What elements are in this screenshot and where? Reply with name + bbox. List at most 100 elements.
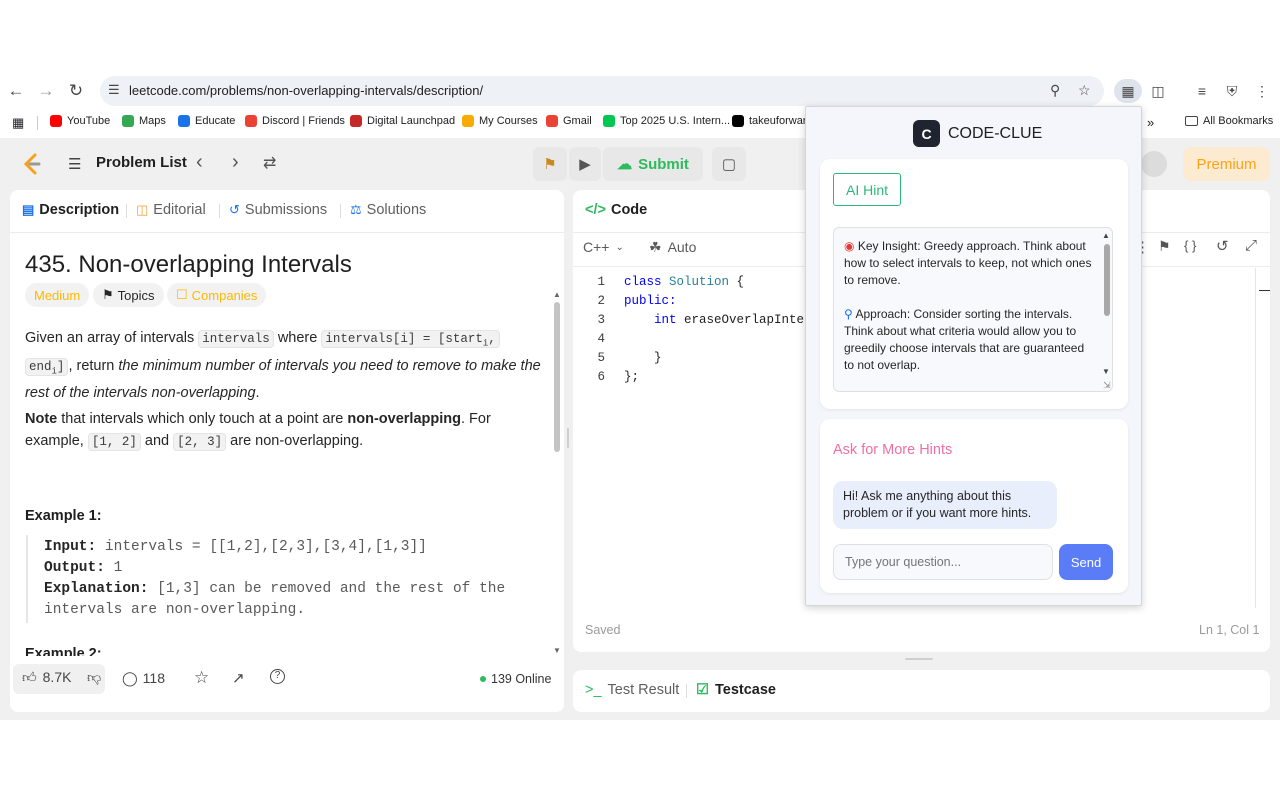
list-icon[interactable]: ☰ bbox=[68, 155, 81, 173]
bookmark-label: Educate bbox=[195, 115, 236, 127]
bot-message-bubble: Hi! Ask me anything about this problem o… bbox=[833, 481, 1057, 529]
bookmark-item[interactable]: Top 2025 U.S. Intern... bbox=[603, 115, 730, 127]
tab-description[interactable]: ▤ Description bbox=[22, 202, 119, 218]
problem-title[interactable]: 435. Non-overlapping Intervals bbox=[25, 251, 352, 279]
hint-scrollbar[interactable] bbox=[1104, 244, 1110, 316]
hint-scroll-down-icon[interactable]: ▼ bbox=[1102, 367, 1110, 376]
input-label: Input: bbox=[44, 539, 97, 555]
chevron-down-icon: ⌄ bbox=[615, 242, 624, 253]
like-button[interactable]: 👍︎ 8.7K bbox=[22, 669, 71, 686]
tab-testcase[interactable]: ☑ Testcase bbox=[696, 682, 776, 698]
cloud-upload-icon: ☁ bbox=[617, 156, 633, 173]
bookmark-item[interactable]: Discord | Friends bbox=[245, 115, 345, 127]
online-count: 139 Online bbox=[491, 672, 552, 686]
tab-test-result[interactable]: >_ Test Result bbox=[585, 682, 679, 698]
companies-button[interactable]: ☐ Companies bbox=[167, 283, 267, 307]
folder-icon bbox=[1185, 116, 1198, 126]
likes-count: 8.7K bbox=[42, 669, 72, 685]
testcase-label: Testcase bbox=[715, 682, 776, 698]
scroll-down-icon[interactable]: ▼ bbox=[553, 646, 561, 655]
difficulty-badge: Medium bbox=[25, 283, 90, 307]
question-input[interactable] bbox=[833, 544, 1053, 580]
panel-resize-handle[interactable] bbox=[567, 428, 569, 448]
code-fragment: , bbox=[488, 332, 496, 346]
comments-button[interactable]: ◯ 118 bbox=[122, 670, 165, 687]
bookmarks-overflow-button[interactable]: » bbox=[1147, 115, 1154, 130]
example-1-title: Example 1: bbox=[25, 508, 102, 524]
site-info-icon[interactable]: ☰ bbox=[108, 82, 120, 98]
bookmark-label: takeuforwar bbox=[749, 115, 807, 127]
reading-list-icon[interactable]: ≡ bbox=[1190, 79, 1214, 103]
next-problem-icon[interactable]: › bbox=[232, 151, 239, 174]
shuffle-icon[interactable]: ⇄ bbox=[263, 153, 276, 173]
favorite-star-icon[interactable]: ☆ bbox=[194, 668, 209, 688]
topics-button[interactable]: ⚑ Topics bbox=[93, 283, 164, 307]
auto-mode-toggle[interactable]: ☘ Auto bbox=[649, 239, 696, 256]
all-bookmarks-button[interactable]: All Bookmarks bbox=[1185, 115, 1273, 127]
tab-solutions[interactable]: ⚖ Solutions bbox=[350, 202, 426, 218]
debug-button[interactable]: ⚑ bbox=[533, 147, 567, 181]
fullscreen-icon[interactable]: ⤢ bbox=[1245, 237, 1257, 254]
ai-hint-button[interactable]: AI Hint bbox=[833, 173, 901, 206]
scroll-up-icon[interactable]: ▲ bbox=[553, 290, 561, 299]
bookmark-label: My Courses bbox=[479, 115, 538, 127]
explanation-value-cont: intervals are non-overlapping. bbox=[44, 602, 306, 618]
bookmark-icon[interactable]: ⚑ bbox=[1158, 238, 1171, 255]
premium-button[interactable]: Premium bbox=[1183, 147, 1270, 181]
hint-scroll-up-icon[interactable]: ▲ bbox=[1102, 231, 1110, 240]
editor-scroll-track[interactable] bbox=[1255, 268, 1256, 608]
format-braces-icon[interactable]: { } bbox=[1184, 238, 1196, 253]
tab-editorial[interactable]: ◫ Editorial bbox=[136, 202, 206, 218]
hint-insight: ◉ Key Insight: Greedy approach. Think ab… bbox=[844, 238, 1094, 289]
send-button[interactable]: Send bbox=[1059, 544, 1113, 580]
bookmark-favicon-icon bbox=[245, 115, 257, 127]
note-text: and bbox=[140, 433, 174, 449]
code-text: eraseOverlapInter bbox=[676, 313, 812, 327]
tab-submissions[interactable]: ↺ Submissions bbox=[229, 202, 327, 218]
tab-divider bbox=[340, 204, 341, 218]
problem-note: Note that intervals which only touch at … bbox=[25, 408, 550, 453]
bookmark-star-icon[interactable]: ☆ bbox=[1078, 82, 1091, 99]
code-keyword: class bbox=[624, 275, 662, 289]
prev-problem-icon[interactable]: ‹ bbox=[196, 151, 203, 174]
menu-kebab-icon[interactable]: ⋮ bbox=[1250, 79, 1274, 103]
run-button[interactable]: ▶ bbox=[569, 147, 601, 181]
horizontal-resize-handle[interactable] bbox=[905, 658, 933, 660]
bookmarks-divider bbox=[37, 116, 38, 130]
code-line: public: bbox=[624, 294, 677, 308]
bookmark-item[interactable]: Educate bbox=[178, 115, 235, 127]
back-icon[interactable]: ← bbox=[4, 79, 28, 103]
description-scrollbar[interactable] bbox=[554, 302, 560, 452]
code-clue-extension-icon[interactable]: ▦ bbox=[1114, 79, 1142, 103]
bookmark-item[interactable]: takeuforwar bbox=[732, 115, 806, 127]
reset-code-icon[interactable]: ↺ bbox=[1216, 237, 1229, 255]
online-status: 139 Online bbox=[480, 672, 551, 686]
bookmark-item[interactable]: YouTube bbox=[50, 115, 110, 127]
reload-icon[interactable]: ↻ bbox=[64, 79, 88, 103]
forward-icon[interactable]: → bbox=[34, 79, 58, 103]
problem-list-link[interactable]: Problem List bbox=[96, 154, 187, 171]
address-bar[interactable]: ☰ leetcode.com/problems/non-overlapping-… bbox=[100, 76, 1104, 106]
extensions-puzzle-icon[interactable]: ◫ bbox=[1146, 79, 1170, 103]
resize-grip-icon[interactable]: ⇲ bbox=[1103, 380, 1111, 391]
submit-button[interactable]: ☁ Submit bbox=[603, 147, 703, 181]
note-text: that intervals which only touch at a poi… bbox=[57, 411, 348, 427]
language-select[interactable]: C++ ⌄ bbox=[583, 239, 624, 255]
output-label: Output: bbox=[44, 560, 105, 576]
bookmark-item[interactable]: Maps bbox=[122, 115, 166, 127]
notes-button[interactable]: ▢ bbox=[712, 147, 746, 181]
bookmark-item[interactable]: Digital Launchpad bbox=[350, 115, 455, 127]
help-icon[interactable]: ? bbox=[270, 669, 285, 684]
hint-textarea[interactable]: ◉ Key Insight: Greedy approach. Think ab… bbox=[833, 227, 1113, 392]
profile-shield-icon[interactable]: ⛨ bbox=[1220, 79, 1244, 103]
code-line: int eraseOverlapInter bbox=[624, 313, 812, 327]
leetcode-logo-icon[interactable] bbox=[22, 152, 42, 176]
apps-grid-icon[interactable]: ▦ bbox=[12, 115, 24, 131]
zoom-icon[interactable]: ⚲ bbox=[1050, 82, 1060, 99]
avatar[interactable] bbox=[1141, 151, 1167, 177]
share-icon[interactable]: ↗ bbox=[232, 669, 245, 687]
note-bold: non-overlapping bbox=[347, 411, 461, 427]
dislike-button[interactable]: 👎︎ bbox=[87, 669, 101, 686]
bookmark-item[interactable]: Gmail bbox=[546, 115, 592, 127]
bookmark-item[interactable]: My Courses bbox=[462, 115, 538, 127]
